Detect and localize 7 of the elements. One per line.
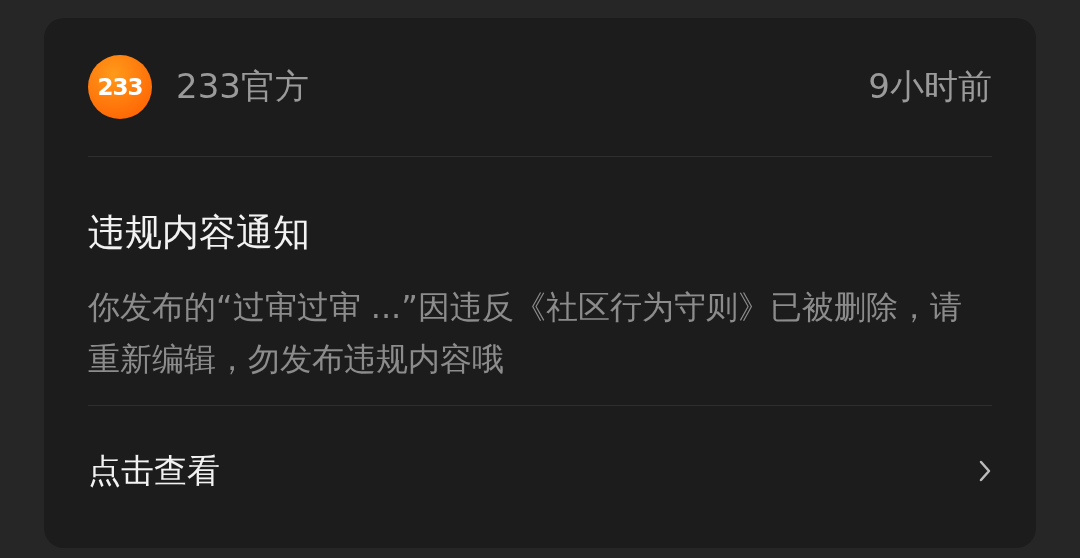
timestamp: 9小时前 — [868, 65, 992, 108]
chevron-right-icon — [978, 459, 992, 483]
notice-title: 违规内容通知 — [88, 210, 311, 256]
view-link[interactable]: 点击查看 — [88, 406, 992, 536]
sender-name: 233官方 — [176, 65, 309, 108]
logo-icon: 233 — [88, 55, 152, 119]
notice-body: 你发布的“过审过审 ...”因违反《社区行为守则》已被删除，请重新编辑，勿发布违规内容哦 — [88, 287, 963, 380]
